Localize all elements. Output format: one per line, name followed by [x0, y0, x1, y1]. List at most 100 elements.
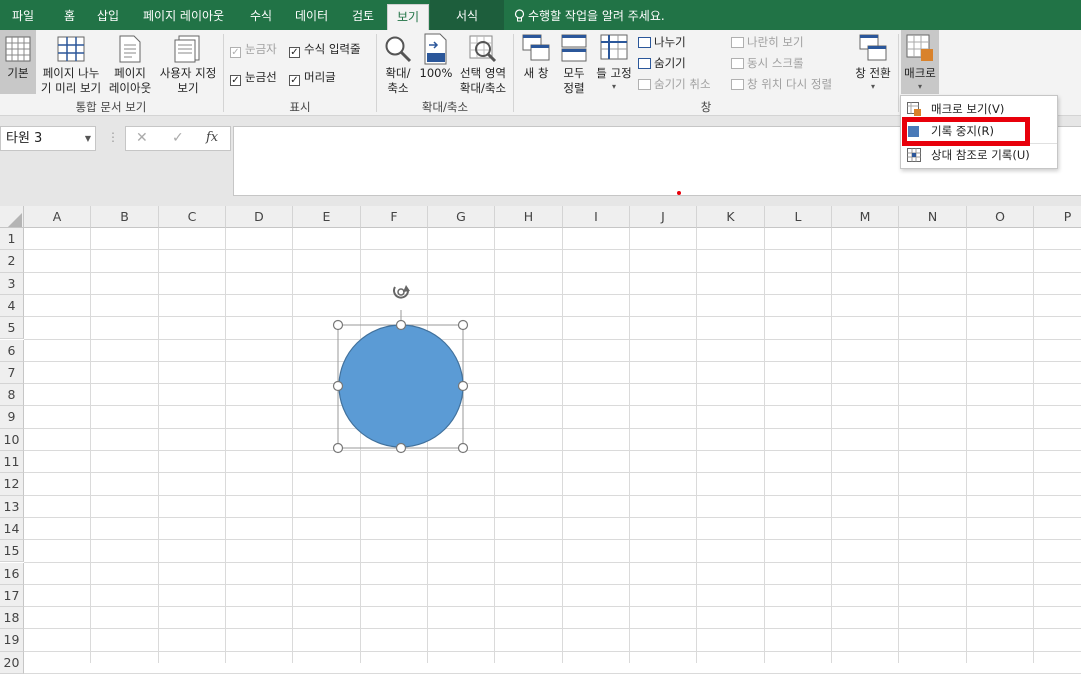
- row-header[interactable]: 7: [0, 361, 24, 385]
- page-layout-icon: [119, 35, 141, 63]
- arrange-label-1: 모두: [563, 66, 585, 80]
- tab-file[interactable]: 파일: [12, 0, 34, 30]
- zoom-100-button[interactable]: 100%: [418, 30, 454, 96]
- column-header[interactable]: K: [697, 206, 765, 228]
- normal-view-button[interactable]: 기본: [0, 30, 36, 94]
- sync-scroll-button[interactable]: 동시 스크롤: [731, 56, 804, 70]
- enter-icon[interactable]: ✓: [172, 130, 184, 146]
- new-window-button[interactable]: 새 창: [517, 30, 555, 94]
- page-break-preview-button[interactable]: 페이지 나누 기 미리 보기: [38, 30, 104, 95]
- tell-me-box[interactable]: 수행할 작업을 알려 주세요.: [514, 0, 665, 30]
- zoom-label-2: 축소: [387, 81, 409, 95]
- formula-buttons: ✕ ✓ fx: [125, 126, 231, 151]
- rotate-handle-icon[interactable]: [393, 285, 410, 299]
- ruler-checkbox[interactable]: ✓ 눈금자: [230, 42, 277, 58]
- macros-button[interactable]: 매크로 ▾: [901, 30, 939, 94]
- column-header[interactable]: J: [630, 206, 697, 228]
- column-header[interactable]: B: [91, 206, 159, 228]
- tab-format[interactable]: 서식: [430, 0, 504, 30]
- row-header[interactable]: 9: [0, 406, 24, 429]
- selected-ellipse-shape[interactable]: [325, 280, 477, 460]
- row-header[interactable]: 13: [0, 495, 24, 518]
- cancel-icon[interactable]: ✕: [136, 130, 148, 146]
- formula-bar-checkbox[interactable]: ✓ 수식 입력줄: [289, 42, 361, 58]
- tab-data[interactable]: 데이터: [295, 0, 328, 30]
- row-header[interactable]: 18: [0, 607, 24, 630]
- row-header[interactable]: 8: [0, 384, 24, 407]
- relative-reference-item[interactable]: 상대 참조로 기록(U): [901, 144, 1057, 166]
- reset-position-icon: [731, 79, 744, 90]
- row-header[interactable]: 11: [0, 451, 24, 474]
- ruler-label: 눈금자: [245, 42, 277, 56]
- column-header[interactable]: F: [361, 206, 428, 228]
- horizontal-gridline: [24, 494, 1081, 496]
- row-header[interactable]: 2: [0, 250, 24, 273]
- chevron-down-icon: ▾: [611, 82, 616, 91]
- zoom-button[interactable]: 확대/ 축소: [380, 30, 416, 96]
- column-header[interactable]: N: [899, 206, 967, 228]
- column-header[interactable]: L: [765, 206, 832, 228]
- page-layout-view-button[interactable]: 페이지 레이아웃: [106, 30, 154, 95]
- select-all-button[interactable]: [0, 206, 24, 228]
- column-header[interactable]: E: [293, 206, 361, 228]
- row-header[interactable]: 19: [0, 629, 24, 652]
- reset-window-position-button[interactable]: 창 위치 다시 정렬: [731, 77, 832, 91]
- tab-home[interactable]: 홈: [64, 0, 75, 30]
- unhide-button[interactable]: 숨기기 취소: [638, 77, 711, 91]
- horizontal-gridline: [24, 249, 1081, 251]
- column-header[interactable]: H: [495, 206, 563, 228]
- headings-checkbox[interactable]: ✓ 머리글: [289, 70, 336, 86]
- row-header[interactable]: 5: [0, 317, 24, 340]
- row-header[interactable]: 14: [0, 517, 24, 541]
- row-header[interactable]: 15: [0, 540, 24, 563]
- horizontal-gridline: [24, 650, 1081, 652]
- formula-bar-grip-icon[interactable]: ⋮: [107, 130, 119, 144]
- horizontal-gridline: [24, 628, 1081, 630]
- worksheet-grid[interactable]: ABCDEFGHIJKLMNOP 1 2 3 4 5 6 7 8 9 10 11 12 13 14 15 16…: [0, 206, 1081, 674]
- row-header[interactable]: 10: [0, 428, 24, 451]
- column-header[interactable]: M: [832, 206, 899, 228]
- insert-function-icon[interactable]: fx: [206, 130, 218, 145]
- row-header[interactable]: 3: [0, 272, 24, 295]
- tab-page-layout[interactable]: 페이지 레이아웃: [143, 0, 224, 30]
- row-header[interactable]: 4: [0, 294, 24, 318]
- unhide-label: 숨기기 취소: [654, 77, 711, 91]
- column-header[interactable]: G: [428, 206, 495, 228]
- switch-windows-button[interactable]: 창 전환 ▾: [852, 30, 894, 94]
- gridlines-checkbox[interactable]: ✓ 눈금선: [230, 70, 277, 86]
- column-header[interactable]: P: [1034, 206, 1081, 228]
- horizontal-gridline: [24, 472, 1081, 474]
- column-header[interactable]: D: [226, 206, 293, 228]
- normal-view-icon: [5, 36, 31, 62]
- tab-view[interactable]: 보기: [387, 4, 429, 30]
- relative-reference-label: 상대 참조로 기록(U): [931, 148, 1030, 162]
- tab-insert[interactable]: 삽입: [97, 0, 119, 30]
- custom-views-button[interactable]: 사용자 지정 보기: [155, 30, 221, 95]
- tab-review[interactable]: 검토: [352, 0, 374, 30]
- unhide-icon: [638, 79, 651, 90]
- column-header[interactable]: I: [563, 206, 630, 228]
- freeze-panes-button[interactable]: 틀 고정 ▾: [593, 30, 635, 94]
- custom-views-label-1: 사용자 지정: [159, 66, 217, 80]
- zoom-label-1: 확대/: [385, 66, 411, 80]
- view-side-by-side-button[interactable]: 나란히 보기: [731, 35, 804, 49]
- column-header[interactable]: A: [24, 206, 91, 228]
- zoom-to-selection-button[interactable]: 선택 영역 확대/축소: [455, 30, 511, 96]
- row-header[interactable]: 17: [0, 584, 24, 608]
- chevron-down-icon[interactable]: ▼: [85, 127, 91, 150]
- row-header[interactable]: 1: [0, 228, 24, 251]
- group-separator: [223, 34, 224, 112]
- column-header[interactable]: C: [159, 206, 226, 228]
- split-button[interactable]: 나누기: [638, 35, 686, 49]
- tab-formulas[interactable]: 수식: [250, 0, 272, 30]
- row-header[interactable]: 6: [0, 339, 24, 362]
- row-header[interactable]: 12: [0, 473, 24, 496]
- ellipse[interactable]: [338, 324, 464, 448]
- column-header[interactable]: O: [967, 206, 1034, 228]
- split-icon: [638, 37, 651, 48]
- row-header[interactable]: 16: [0, 562, 24, 585]
- arrange-label-2: 정렬: [563, 81, 585, 95]
- arrange-all-button[interactable]: 모두 정렬: [557, 30, 591, 95]
- hide-button[interactable]: 숨기기: [638, 56, 686, 70]
- name-box[interactable]: 타원 3 ▼: [0, 126, 96, 151]
